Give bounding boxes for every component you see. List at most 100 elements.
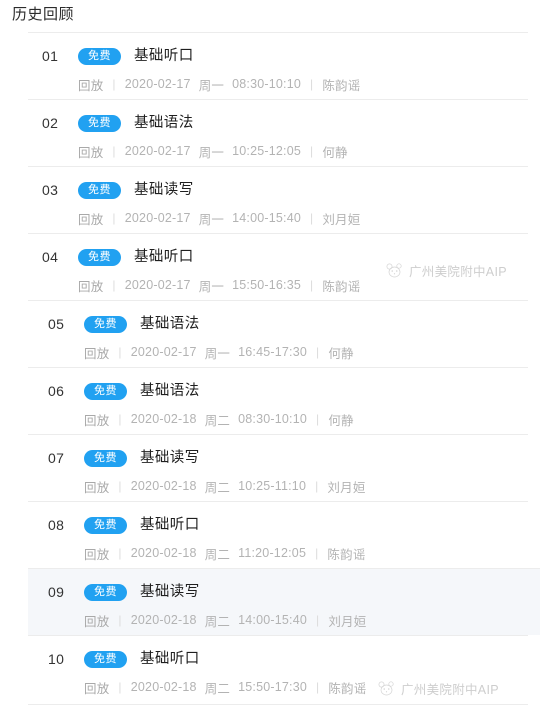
list-bottom-divider — [28, 704, 528, 705]
lesson-index: 05 — [48, 316, 65, 332]
lesson-row[interactable]: 04 免费 基础听口 回放 | 2020-02-17 周一 15:50-16:35 | 陈韵谣 — [28, 233, 528, 300]
lesson-weekday: 周一 — [204, 346, 231, 361]
lesson-row-inner: 04 免费 基础听口 回放 | 2020-02-17 周一 15:50-16:35 | 陈韵谣 — [28, 247, 528, 295]
free-badge: 免费 — [78, 48, 121, 65]
replay-label[interactable]: 回放 — [84, 343, 109, 362]
lesson-index: 04 — [42, 249, 59, 265]
lesson-row-header: 02 免费 基础语法 — [28, 113, 528, 134]
lesson-date: 2020-02-18 — [130, 613, 197, 627]
lesson-date: 2020-02-18 — [130, 412, 197, 426]
meta-divider: | — [310, 278, 314, 292]
lesson-teacher: 陈韵谣 — [322, 279, 361, 294]
replay-label[interactable]: 回放 — [78, 75, 103, 94]
lesson-row-header: 05 免费 基础语法 — [34, 314, 528, 335]
lesson-row-inner: 10 免费 基础听口 回放 | 2020-02-18 周二 15:50-17:30 | 陈韵谣 — [28, 649, 528, 697]
lesson-row-header: 06 免费 基础语法 — [34, 381, 528, 402]
lesson-row[interactable]: 08 免费 基础听口 回放 | 2020-02-18 周二 11:20-12:05 | 陈韵谣 — [28, 501, 528, 568]
meta-divider: | — [315, 479, 319, 493]
lesson-date: 2020-02-18 — [130, 479, 197, 493]
meta-divider: | — [118, 546, 122, 560]
lesson-list: 01 免费 基础听口 回放 | 2020-02-17 周一 08:30-10:10 | 陈韵谣 02… — [0, 32, 540, 702]
lesson-row-header: 07 免费 基础读写 — [34, 448, 528, 469]
lesson-row-header: 04 免费 基础听口 — [28, 247, 528, 268]
lesson-index: 10 — [48, 651, 65, 667]
meta-divider: | — [310, 211, 314, 225]
lesson-time: 15:50-17:30 — [238, 680, 308, 694]
lesson-meta: 回放 | 2020-02-17 周一 15:50-16:35 | 陈韵谣 — [28, 275, 528, 295]
lesson-row[interactable]: 02 免费 基础语法 回放 | 2020-02-17 周一 10:25-12:05 | 何静 — [28, 99, 528, 166]
lesson-row[interactable]: 03 免费 基础读写 回放 | 2020-02-17 周一 14:00-15:40 | 刘月姮 — [28, 166, 528, 233]
meta-divider: | — [316, 680, 320, 694]
replay-label[interactable]: 回放 — [84, 611, 109, 630]
free-badge: 免费 — [78, 249, 121, 266]
lesson-date: 2020-02-17 — [124, 211, 191, 225]
lesson-index: 02 — [42, 115, 59, 131]
lesson-title[interactable]: 基础语法 — [140, 381, 200, 402]
lesson-row-inner: 02 免费 基础语法 回放 | 2020-02-17 周一 10:25-12:05 | 何静 — [28, 113, 528, 161]
replay-label[interactable]: 回放 — [78, 142, 103, 161]
lesson-date: 2020-02-17 — [124, 77, 191, 91]
lesson-time: 10:25-11:10 — [238, 479, 307, 493]
lesson-row-inner: 07 免费 基础读写 回放 | 2020-02-18 周二 10:25-11:10 | 刘月姮 — [28, 448, 528, 496]
lesson-row[interactable]: 09 免费 基础读写 回放 | 2020-02-18 周二 14:00-15:40 | 刘月姮 — [28, 568, 540, 635]
lesson-time: 14:00-15:40 — [232, 211, 302, 225]
replay-label[interactable]: 回放 — [78, 209, 103, 228]
lesson-weekday: 周一 — [198, 212, 225, 227]
lesson-index: 07 — [48, 450, 65, 466]
lesson-row-header: 09 免费 基础读写 — [34, 582, 540, 603]
lesson-row-inner: 01 免费 基础听口 回放 | 2020-02-17 周一 08:30-10:10 | 陈韵谣 — [28, 46, 528, 94]
lesson-teacher: 刘月姮 — [328, 614, 367, 629]
lesson-weekday: 周二 — [204, 547, 231, 562]
lesson-title[interactable]: 基础听口 — [134, 247, 194, 268]
lesson-row-header: 10 免费 基础听口 — [34, 649, 528, 670]
lesson-index: 08 — [48, 517, 65, 533]
lesson-row-inner: 05 免费 基础语法回放 | 2020-02-17 周一 16:45-17:30 | 何静 — [28, 314, 528, 362]
lesson-row[interactable]: 10 免费 基础听口 回放 | 2020-02-18 周二 15:50-17:30 | 陈韵谣 — [28, 635, 528, 702]
lesson-weekday: 周一 — [198, 145, 225, 160]
lesson-weekday: 周二 — [204, 681, 231, 696]
lesson-row[interactable]: 01 免费 基础听口 回放 | 2020-02-17 周一 08:30-10:10 | 陈韵谣 — [28, 32, 528, 99]
lesson-time: 15:50-16:35 — [232, 278, 302, 292]
lesson-weekday: 周二 — [204, 614, 231, 629]
lesson-row-inner: 08 免费 基础听口 回放 | 2020-02-18 周二 11:20-12:05 | 陈韵谣 — [28, 515, 528, 563]
lesson-time: 10:25-12:05 — [232, 144, 302, 158]
lesson-row-header: 01 免费 基础听口 — [28, 46, 528, 67]
lesson-teacher: 何静 — [322, 145, 348, 160]
lesson-row[interactable]: 07 免费 基础读写 回放 | 2020-02-18 周二 10:25-11:10 | 刘月姮 — [28, 434, 528, 501]
lesson-index: 03 — [42, 182, 59, 198]
lesson-teacher: 何静 — [328, 413, 354, 428]
replay-label[interactable]: 回放 — [84, 544, 109, 563]
replay-label[interactable]: 回放 — [84, 678, 109, 697]
lesson-time: 14:00-15:40 — [238, 613, 308, 627]
replay-label[interactable]: 回放 — [84, 477, 109, 496]
lesson-meta: 回放 | 2020-02-18 周二 14:00-15:40 | 刘月姮 — [34, 610, 540, 630]
lesson-row[interactable]: 06 免费 基础语法 回放 | 2020-02-18 周二 08:30-10:10 | 何静 — [28, 367, 528, 434]
meta-divider: | — [316, 412, 320, 426]
lesson-row-header: 03 免费 基础读写 — [28, 180, 528, 201]
lesson-title[interactable]: 基础语法 — [140, 314, 200, 335]
meta-divider: | — [310, 77, 314, 91]
lesson-meta: 回放 | 2020-02-17 周一 16:45-17:30 | 何静 — [34, 342, 528, 362]
lesson-title[interactable]: 基础读写 — [140, 448, 200, 469]
lesson-meta: 回放 | 2020-02-18 周二 08:30-10:10 | 何静 — [34, 409, 528, 429]
lesson-meta: 回放 | 2020-02-17 周一 10:25-12:05 | 何静 — [28, 141, 528, 161]
replay-label[interactable]: 回放 — [78, 276, 103, 295]
lesson-date: 2020-02-18 — [130, 680, 197, 694]
lesson-title[interactable]: 基础读写 — [140, 582, 200, 603]
lesson-title[interactable]: 基础读写 — [134, 180, 194, 201]
lesson-title[interactable]: 基础听口 — [140, 649, 200, 670]
lesson-title[interactable]: 基础听口 — [134, 46, 194, 67]
free-badge: 免费 — [78, 182, 121, 199]
meta-divider: | — [310, 144, 314, 158]
meta-divider: | — [112, 77, 116, 91]
meta-divider: | — [112, 211, 116, 225]
lesson-row[interactable]: 05 免费 基础语法回放 | 2020-02-17 周一 16:45-17:30 | 何静 — [28, 300, 528, 367]
lesson-title[interactable]: 基础语法 — [134, 113, 194, 134]
lesson-meta: 回放 | 2020-02-17 周一 14:00-15:40 | 刘月姮 — [28, 208, 528, 228]
lesson-row-inner: 03 免费 基础读写 回放 | 2020-02-17 周一 14:00-15:40 | 刘月姮 — [28, 180, 528, 228]
free-badge: 免费 — [84, 316, 127, 333]
meta-divider: | — [112, 278, 116, 292]
lesson-title[interactable]: 基础听口 — [140, 515, 200, 536]
lesson-weekday: 周二 — [204, 480, 231, 495]
replay-label[interactable]: 回放 — [84, 410, 109, 429]
